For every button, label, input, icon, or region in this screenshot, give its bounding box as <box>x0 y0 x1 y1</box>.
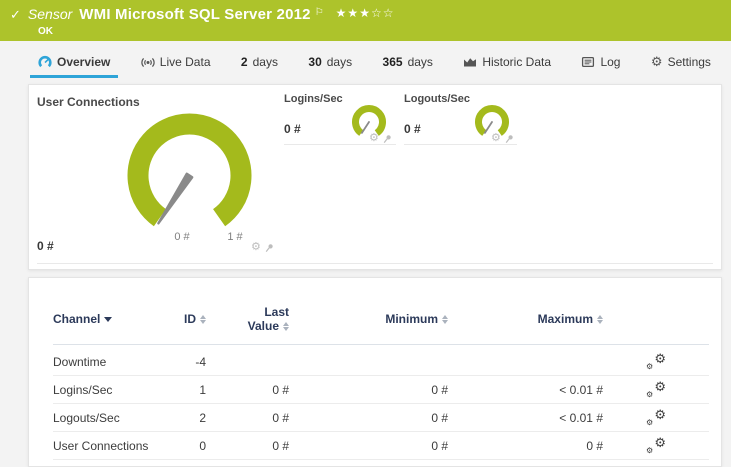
channel-table-rows: Downtime -4 ⚙ ⚙ Logins/Sec 1 0 # 0 # < 0.… <box>53 348 709 460</box>
channel-table-header: Channel ID Last Value Minimum Maximum <box>53 296 709 342</box>
cell-channel: Downtime <box>53 354 107 369</box>
column-header-maximum[interactable]: Maximum <box>448 312 603 326</box>
column-header-last-value[interactable]: Last Value <box>206 305 289 333</box>
gauge-title-logouts: Logouts/Sec <box>404 93 471 105</box>
tab-bar: Overview Live Data 2 days 30 days 365 da… <box>0 48 731 78</box>
cell-minimum: 0 # <box>431 410 448 425</box>
status-ok-check-icon: ✓ <box>10 7 21 22</box>
column-label: Minimum <box>385 312 438 326</box>
flag-icon[interactable]: ⚐ <box>315 7 324 18</box>
log-list-icon <box>582 56 595 67</box>
cell-last-value: 0 # <box>272 438 289 453</box>
table-row-user-connections[interactable]: User Connections 0 0 # 0 # 0 # ⚙ ⚙ <box>53 432 709 460</box>
tab-live-data[interactable]: Live Data <box>133 48 219 78</box>
logouts-value: 0 # <box>404 122 421 136</box>
gauge-scale-max: 1 # <box>227 231 243 243</box>
column-header-id[interactable]: ID <box>178 312 206 326</box>
cell-last-value: 0 # <box>272 410 289 425</box>
prtg-sensor-page: { "header": { "kind": "Sensor", "title":… <box>0 0 731 467</box>
cell-id: 0 <box>199 438 206 453</box>
column-label: Channel <box>53 312 101 326</box>
live-data-icon <box>141 57 155 67</box>
cell-id: 1 <box>199 382 206 397</box>
channel-settings-icon[interactable]: ⚙ ⚙ <box>646 408 666 427</box>
tab-label: days <box>407 54 433 69</box>
cell-maximum: < 0.01 # <box>559 382 603 397</box>
cell-maximum: < 0.01 # <box>559 410 603 425</box>
cell-last-value: 0 # <box>272 382 289 397</box>
channel-settings-icon[interactable]: ⚙ ⚙ <box>646 352 666 371</box>
gauge-needle <box>157 172 194 225</box>
pin-icon[interactable] <box>264 243 274 253</box>
logins-value: 0 # <box>284 122 301 136</box>
tab-label: Historic Data <box>482 54 552 69</box>
cell-id: -4 <box>195 354 206 369</box>
cell-id: 2 <box>199 410 206 425</box>
pin-icon[interactable] <box>382 134 392 144</box>
widget-separator <box>404 144 517 145</box>
sensor-title: WMI Microsoft SQL Server 2012 <box>79 6 311 23</box>
widget-separator <box>37 263 713 264</box>
object-kind-label: Sensor <box>27 6 73 22</box>
tab-30-days[interactable]: 30 days <box>300 48 360 78</box>
stars-filled[interactable]: ★★★ <box>336 6 371 20</box>
cell-minimum: 0 # <box>431 382 448 397</box>
pin-icon[interactable] <box>504 134 514 144</box>
sensor-header: ✓ Sensor WMI Microsoft SQL Server 2012 ⚐… <box>0 0 731 41</box>
cell-channel: Logouts/Sec <box>53 410 120 425</box>
table-row-logouts[interactable]: Logouts/Sec 2 0 # 0 # < 0.01 # ⚙ ⚙ <box>53 404 709 432</box>
sort-descending-icon <box>104 316 113 322</box>
tab-label: Live Data <box>159 54 211 69</box>
priority-stars[interactable]: ★★★☆☆ <box>336 6 395 20</box>
gauge-title-logins: Logins/Sec <box>284 93 343 105</box>
sensor-status-badge: OK <box>38 26 53 37</box>
tab-historic-data[interactable]: Historic Data <box>455 48 559 78</box>
cell-channel: Logins/Sec <box>53 382 113 397</box>
tab-log[interactable]: Log <box>573 48 628 78</box>
tab-365-days[interactable]: 365 days <box>375 48 441 78</box>
widget-separator <box>284 144 396 145</box>
tab-label: Settings <box>667 54 711 69</box>
channel-settings-icon[interactable]: ⚙ ⚙ <box>646 380 666 399</box>
area-chart-icon <box>464 57 477 66</box>
tab-label: Overview <box>57 54 111 69</box>
tab-label: Log <box>600 54 621 69</box>
stars-empty[interactable]: ☆☆ <box>371 6 395 20</box>
tab-label: days <box>252 54 278 69</box>
cell-channel: User Connections <box>53 438 149 453</box>
column-label: ID <box>184 312 196 326</box>
channels-panel: Channel ID Last Value Minimum Maximum Do… <box>28 277 722 467</box>
tab-overview[interactable]: Overview <box>30 48 119 78</box>
gear-icon[interactable]: ⚙ <box>491 133 501 144</box>
column-label: Value <box>247 319 279 333</box>
tab-number: 30 <box>308 54 322 69</box>
tab-number: 2 <box>240 54 248 69</box>
gauges-panel: User Connections 0 # 1 # 0 # ⚙ Logins/Se… <box>28 84 722 270</box>
tab-2-days[interactable]: 2 days <box>233 48 286 78</box>
table-row-downtime[interactable]: Downtime -4 ⚙ ⚙ <box>53 348 709 376</box>
column-label: Maximum <box>537 312 593 326</box>
gauge-icon <box>38 55 52 67</box>
user-connections-value: 0 # <box>37 239 54 253</box>
tab-number: 365 <box>382 54 403 69</box>
gauge-needle <box>360 121 370 134</box>
channel-settings-icon[interactable]: ⚙ ⚙ <box>646 436 666 455</box>
column-header-minimum[interactable]: Minimum <box>289 312 448 326</box>
header-separator <box>53 344 709 345</box>
gear-icon: ⚙ <box>650 54 663 69</box>
tab-settings[interactable]: ⚙ Settings <box>643 48 719 78</box>
cell-maximum: 0 # <box>586 438 603 453</box>
tab-label: days <box>326 54 353 69</box>
table-row-logins[interactable]: Logins/Sec 1 0 # 0 # < 0.01 # ⚙ ⚙ <box>53 376 709 404</box>
gear-icon[interactable]: ⚙ <box>251 242 261 253</box>
gear-icon[interactable]: ⚙ <box>369 133 379 144</box>
gauge-scale-min: 0 # <box>174 231 190 243</box>
column-label: Last <box>264 305 289 319</box>
column-header-channel[interactable]: Channel <box>53 312 178 326</box>
user-connections-gauge <box>127 113 252 227</box>
sort-icon <box>597 314 603 324</box>
cell-minimum: 0 # <box>431 438 448 453</box>
